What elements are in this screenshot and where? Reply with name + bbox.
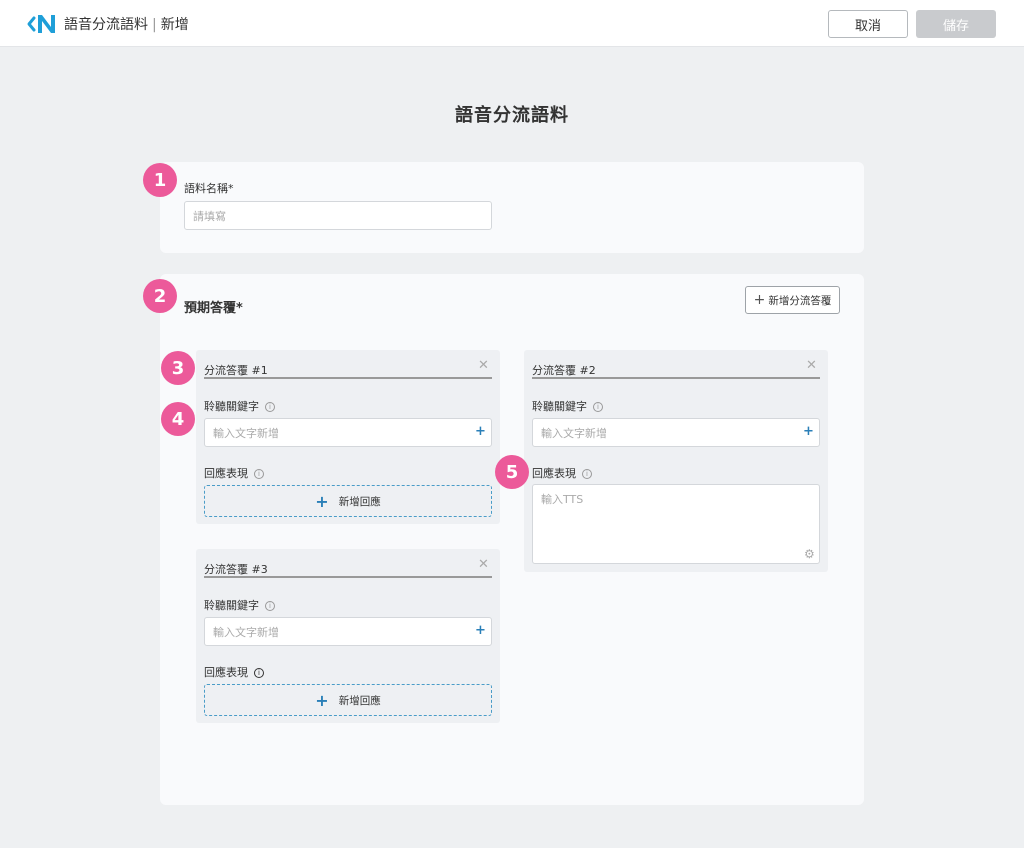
add-response-button-3[interactable]: + 新增回應 <box>204 684 492 716</box>
gear-icon[interactable]: ⚙ <box>804 547 815 561</box>
title-underline <box>532 377 820 379</box>
keyword-input-2[interactable]: 輸入文字新增 <box>532 418 820 447</box>
plus-icon: + <box>753 292 766 308</box>
breadcrumb-separator: | <box>152 17 157 33</box>
corpus-name-label: 語料名稱* <box>184 182 234 195</box>
keyword-label-2: 聆聽關鍵字 i <box>532 398 603 414</box>
plus-icon[interactable]: + <box>475 623 486 638</box>
response-label-1: 回應表現 i <box>204 465 264 481</box>
step-badge-5: 5 <box>495 455 529 489</box>
info-icon[interactable]: i <box>254 469 264 479</box>
step-badge-4: 4 <box>161 402 195 436</box>
plus-icon: + <box>315 690 329 710</box>
keyword-label-3: 聆聽關鍵字 i <box>204 597 275 613</box>
page-title: 語音分流語料 <box>455 105 569 126</box>
corpus-name-input[interactable]: 請填寫 <box>184 201 492 230</box>
plus-icon[interactable]: + <box>475 424 486 439</box>
info-icon[interactable]: i <box>265 402 275 412</box>
expected-reply-title: 預期答覆* <box>184 301 243 316</box>
step-badge-1: 1 <box>143 163 177 197</box>
plus-icon[interactable]: + <box>803 424 814 439</box>
info-icon[interactable]: i <box>254 668 264 678</box>
keyword-label-1: 聆聽關鍵字 i <box>204 398 275 414</box>
keyword-input-1[interactable]: 輸入文字新增 <box>204 418 492 447</box>
breadcrumb-action: 新增 <box>160 17 189 33</box>
title-underline <box>204 377 492 379</box>
step-badge-3: 3 <box>161 351 195 385</box>
add-response-label: 新增回應 <box>338 694 381 707</box>
top-bar: 語音分流語料 | 新增 取消 儲存 <box>0 0 1024 47</box>
add-branch-label: 新增分流答覆 <box>768 294 832 307</box>
response-label-3: 回應表現 i <box>204 664 264 680</box>
response-label-2: 回應表現 i <box>532 465 592 481</box>
breadcrumb-title: 語音分流語料 <box>64 17 148 33</box>
plus-icon: + <box>315 491 329 511</box>
breadcrumb: 語音分流語料 | 新增 <box>64 14 189 34</box>
info-icon[interactable]: i <box>593 402 603 412</box>
info-icon[interactable]: i <box>582 469 592 479</box>
close-icon[interactable]: ✕ <box>478 557 489 572</box>
add-branch-button[interactable]: + 新增分流答覆 <box>745 286 840 314</box>
close-icon[interactable]: ✕ <box>806 358 817 373</box>
back-logo-icon[interactable] <box>26 12 58 36</box>
close-icon[interactable]: ✕ <box>478 358 489 373</box>
branch-title-1[interactable]: 分流答覆 #1 <box>204 362 268 378</box>
step-badge-2: 2 <box>143 279 177 313</box>
save-button[interactable]: 儲存 <box>916 10 996 38</box>
cancel-button[interactable]: 取消 <box>828 10 908 38</box>
branch-title-3[interactable]: 分流答覆 #3 <box>204 561 268 577</box>
info-icon[interactable]: i <box>265 601 275 611</box>
add-response-button-1[interactable]: + 新增回應 <box>204 485 492 517</box>
title-underline <box>204 576 492 578</box>
tts-textarea[interactable]: 輸入TTS <box>532 484 820 564</box>
add-response-label: 新增回應 <box>338 495 381 508</box>
keyword-input-3[interactable]: 輸入文字新增 <box>204 617 492 646</box>
branch-title-2[interactable]: 分流答覆 #2 <box>532 362 596 378</box>
